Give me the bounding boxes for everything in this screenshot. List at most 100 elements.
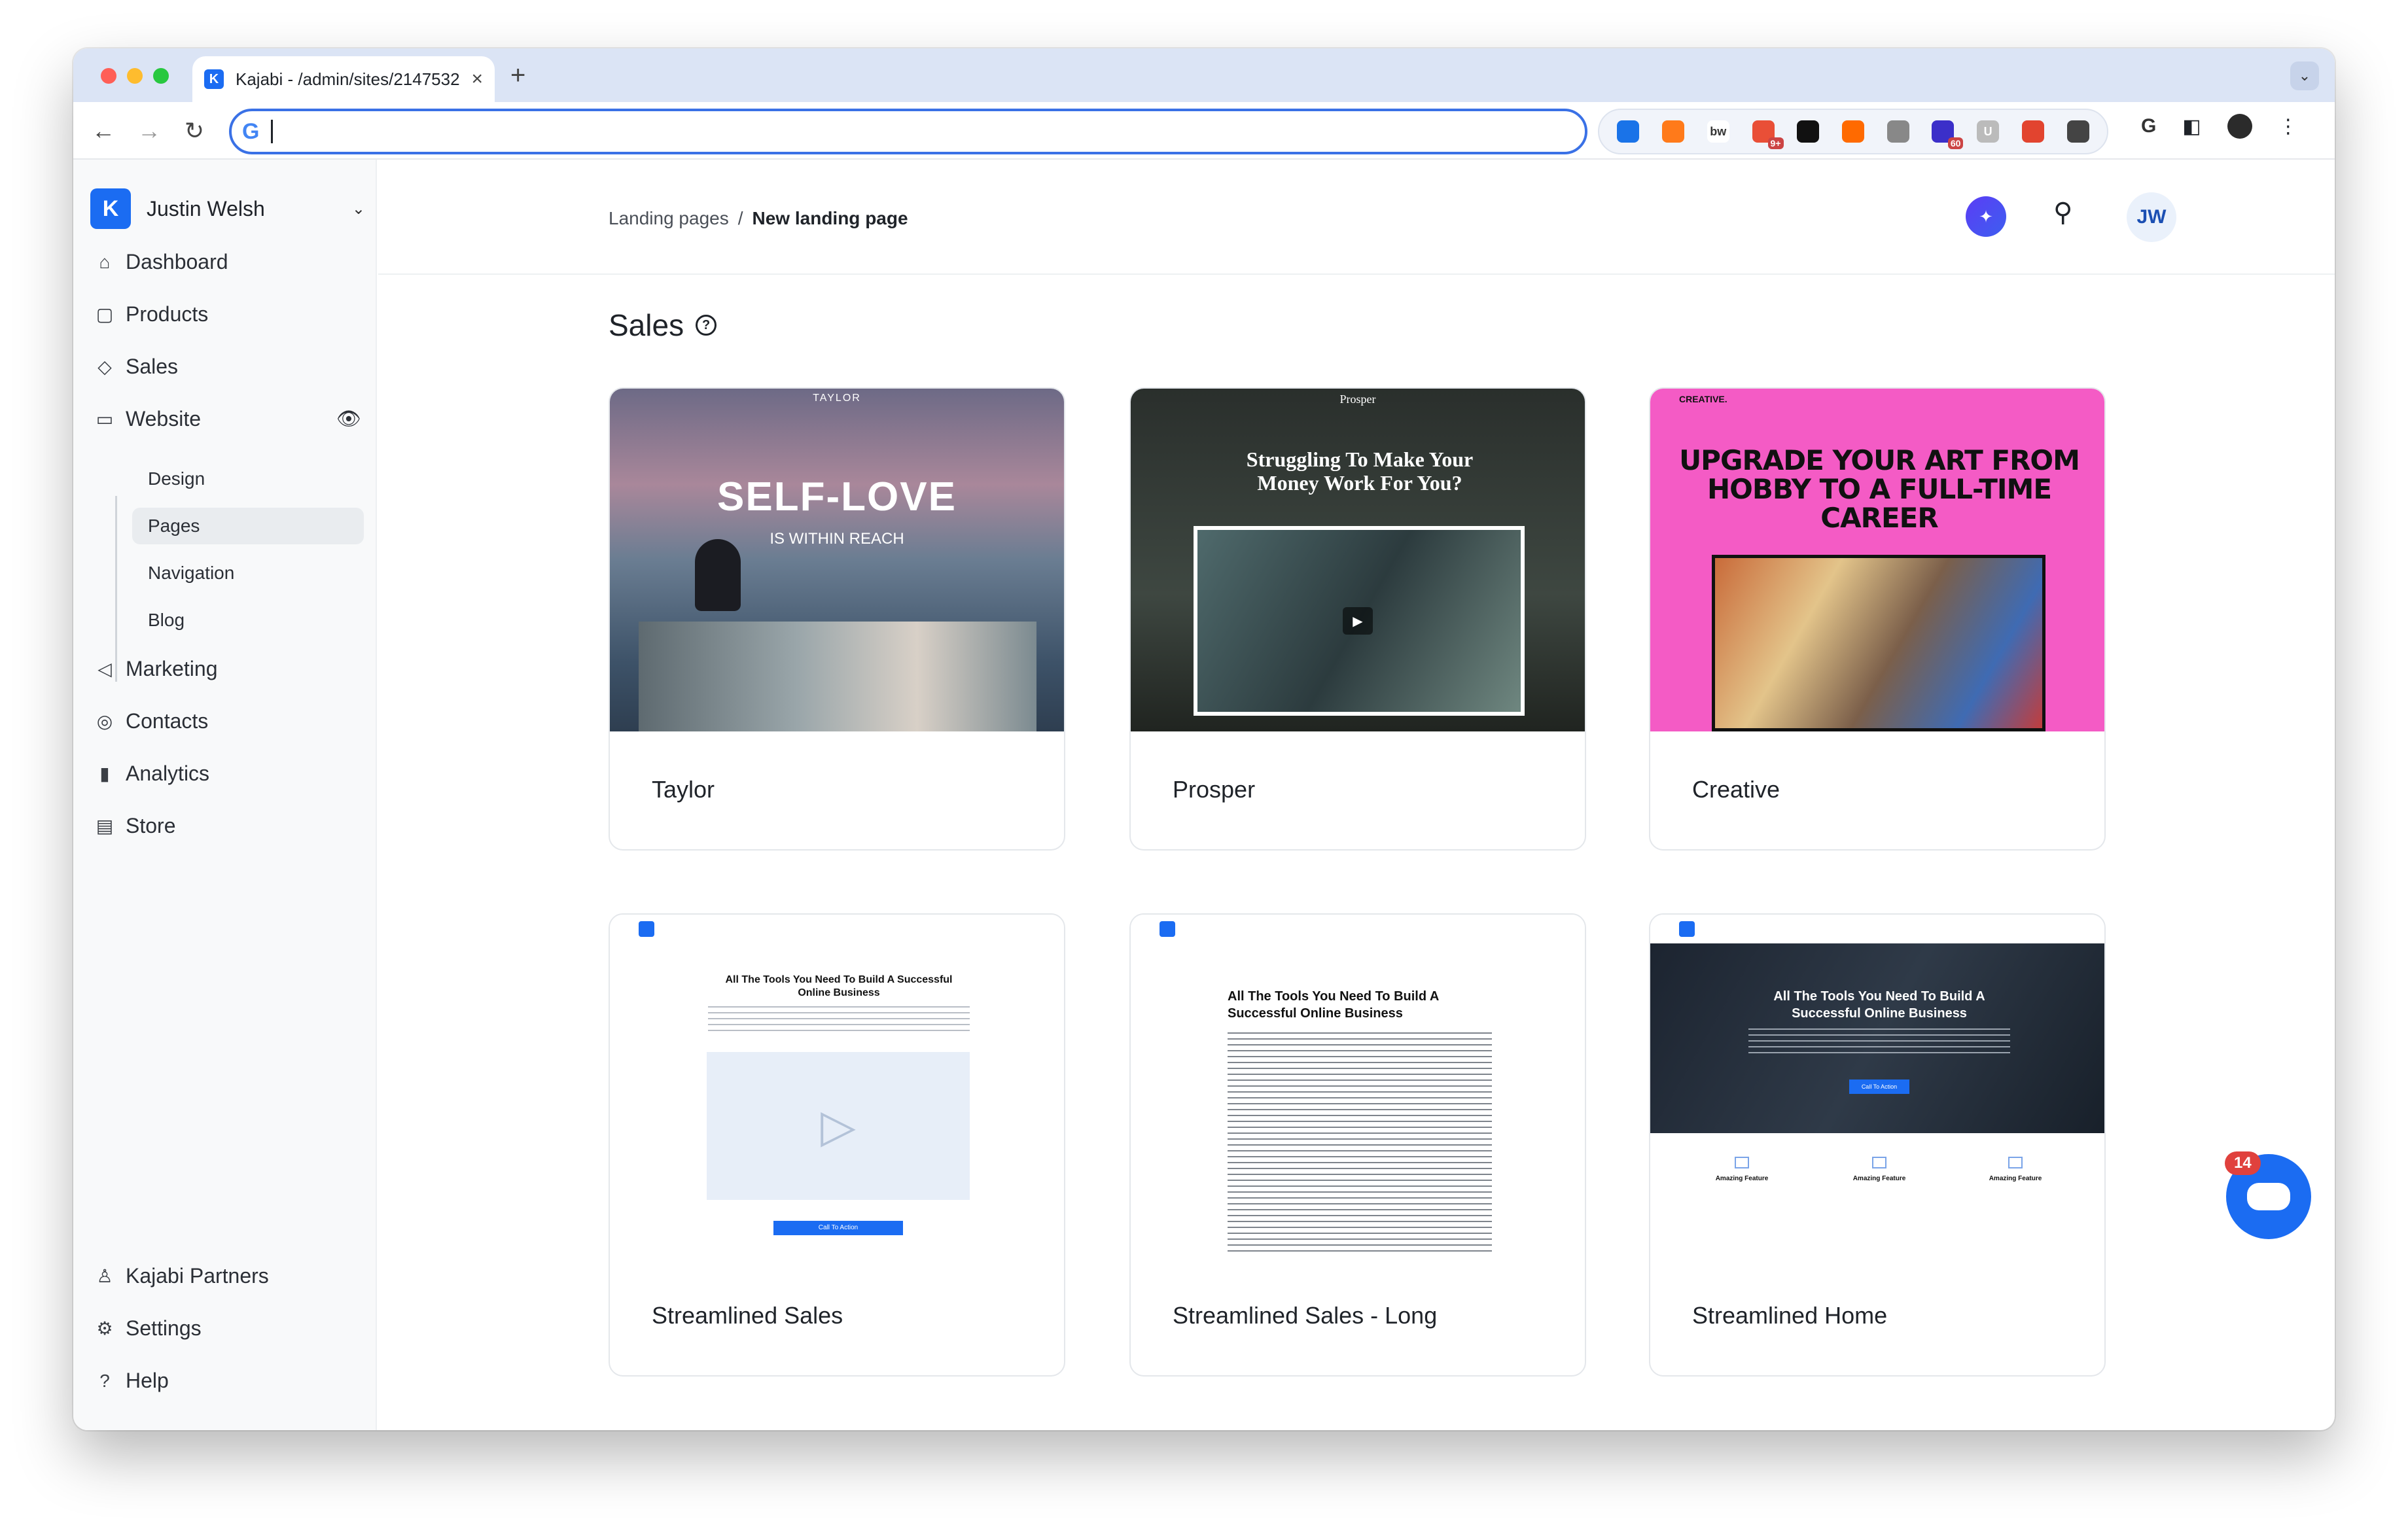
breadcrumb: Landing pages / New landing page	[609, 208, 908, 229]
thumb-title: All The Tools You Need To Build A Succes…	[1773, 989, 1985, 1021]
browser-tab[interactable]: K Kajabi - /admin/sites/2147532 ×	[192, 56, 495, 102]
tab-title: Kajabi - /admin/sites/2147532	[236, 69, 460, 89]
thumb-body-lines	[1228, 1032, 1492, 1255]
thumb-video-placeholder: ▷	[707, 1052, 970, 1200]
google-account-icon[interactable]: G	[2141, 115, 2156, 137]
chat-bubble-icon	[2247, 1183, 2290, 1210]
sidebar-subitem-design[interactable]: Design	[132, 461, 364, 497]
sidebar-item-marketing[interactable]: ◁ Marketing	[93, 657, 361, 681]
thumb-logo-icon	[1160, 921, 1175, 937]
sidebar-item-label: Marketing	[126, 657, 218, 680]
template-card-prosper[interactable]: Prosper Struggling To Make Your Money Wo…	[1129, 387, 1586, 851]
section-title: Sales	[609, 308, 684, 342]
ext-puzzle-icon[interactable]	[2066, 120, 2089, 143]
partners-icon: ♙	[96, 1266, 113, 1286]
monitor-icon: ▭	[96, 409, 114, 429]
ext-bw-icon[interactable]: bw	[1707, 120, 1729, 143]
template-card-streamlined-home[interactable]: All The Tools You Need To Build A Succes…	[1649, 913, 2106, 1377]
back-arrow-icon[interactable]: ←	[92, 115, 115, 147]
extension-badge: 60	[1947, 137, 1964, 149]
sidebar-subitem-blog[interactable]: Blog	[132, 602, 364, 639]
thumb-cta: Call To Action	[1849, 1079, 1909, 1094]
side-panel-icon[interactable]: ◧	[2182, 115, 2201, 138]
template-card-streamlined-sales[interactable]: All The Tools You Need To Build A Succes…	[609, 913, 1065, 1377]
search-icon[interactable]: ⚲	[2053, 198, 2072, 228]
store-icon: ▤	[96, 816, 114, 836]
ext-blue-circle-icon[interactable]	[1617, 120, 1640, 143]
template-card-taylor[interactable]: TAYLOR SELF-LOVE IS WITHIN REACH Taylor	[609, 387, 1065, 851]
sidebar-item-sales[interactable]: ◇ Sales	[93, 355, 361, 379]
new-tab-button[interactable]: +	[510, 59, 525, 92]
image-icon	[2008, 1157, 2023, 1168]
sidebar-item-contacts[interactable]: ◎ Contacts	[93, 709, 361, 733]
avatar[interactable]: JW	[2127, 192, 2176, 242]
template-thumbnail: CREATIVE. UPGRADE YOUR ART FROM HOBBY TO…	[1650, 389, 2104, 731]
sidebar-item-settings[interactable]: ⚙ Settings	[93, 1316, 361, 1341]
ext-cap-icon[interactable]: 60	[1932, 120, 1964, 149]
thumb-logo-icon	[639, 921, 654, 937]
close-window-button[interactable]	[101, 68, 116, 84]
more-menu-icon[interactable]: ⋮	[2278, 115, 2298, 138]
ext-gray-icon[interactable]	[1886, 120, 1909, 143]
template-thumbnail: TAYLOR SELF-LOVE IS WITHIN REACH	[610, 389, 1064, 731]
thumb-body-lines	[708, 1006, 970, 1032]
ext-colorful-icon[interactable]: 9+	[1752, 120, 1784, 149]
template-name: Prosper	[1173, 776, 1256, 803]
sidebar-item-label: Dashboard	[126, 250, 228, 273]
contact-icon: ◎	[96, 711, 113, 731]
workspace-switcher[interactable]: K Justin Welsh ⌄	[90, 188, 365, 229]
profile-avatar-icon[interactable]	[2227, 114, 2252, 139]
ai-assistant-button[interactable]: ✦	[1966, 196, 2006, 237]
window-controls	[101, 68, 169, 84]
ext-orange-icon[interactable]	[1662, 120, 1685, 143]
template-name: Creative	[1692, 776, 1780, 803]
ext-black-dot-icon[interactable]	[1797, 120, 1820, 143]
eye-icon[interactable]: 👁	[336, 408, 361, 430]
sidebar-item-label: Settings	[126, 1316, 202, 1340]
help-circle-icon[interactable]: ?	[696, 315, 717, 336]
sidebar-subitem-pages[interactable]: Pages	[132, 508, 364, 544]
sidebar-item-analytics[interactable]: ▮ Analytics	[93, 762, 361, 786]
thumb-feature-label: Amazing Feature	[1989, 1175, 2042, 1182]
sidebar-subitem-navigation[interactable]: Navigation	[132, 555, 364, 591]
address-bar[interactable]: G	[229, 109, 1587, 154]
sidebar-item-website[interactable]: ▭ Website 👁	[93, 407, 361, 431]
address-input[interactable]	[278, 121, 1585, 142]
template-card-creative[interactable]: CREATIVE. UPGRADE YOUR ART FROM HOBBY TO…	[1649, 387, 2106, 851]
ext-arc-icon[interactable]	[1841, 120, 1864, 143]
reload-icon[interactable]: ↻	[185, 115, 204, 147]
sidebar-item-label: Products	[126, 302, 209, 326]
settings-icon: ⚙	[96, 1318, 113, 1339]
page-header: Landing pages / New landing page ✦ ⚲ JW	[378, 160, 2335, 275]
thumb-feature-1: Amazing Feature	[1696, 1157, 1788, 1182]
workspace-name: Justin Welsh	[147, 196, 265, 220]
template-thumbnail: All The Tools You Need To Build A Succes…	[1131, 915, 1585, 1257]
sidebar: K Justin Welsh ⌄ ⌂ Dashboard ▢ Products ◇ S…	[73, 160, 377, 1430]
thumb-title: UPGRADE YOUR ART FROM HOBBY TO A FULL-TI…	[1679, 444, 2080, 534]
zoom-window-button[interactable]	[153, 68, 169, 84]
ext-red-stack-icon[interactable]	[2021, 120, 2044, 143]
sidebar-item-help[interactable]: ? Help	[93, 1369, 361, 1393]
image-icon	[1872, 1157, 1886, 1168]
breadcrumb-current: New landing page	[752, 208, 908, 228]
sidebar-item-dashboard[interactable]: ⌂ Dashboard	[93, 250, 361, 274]
template-name: Streamlined Sales	[652, 1302, 843, 1329]
sidebar-item-store[interactable]: ▤ Store	[93, 814, 361, 838]
sidebar-item-kajabi-partners[interactable]: ♙ Kajabi Partners	[93, 1264, 361, 1288]
forward-arrow-icon[interactable]: →	[137, 115, 161, 147]
sidebar-item-products[interactable]: ▢ Products	[93, 302, 361, 326]
thumb-feature-label: Amazing Feature	[1852, 1175, 1906, 1182]
close-tab-icon[interactable]: ×	[471, 68, 483, 90]
thumb-title: All The Tools You Need To Build A Succes…	[1228, 989, 1439, 1021]
minimize-window-button[interactable]	[127, 68, 143, 84]
sidebar-item-label: Analytics	[126, 762, 210, 785]
breadcrumb-landing-pages[interactable]: Landing pages	[609, 208, 729, 229]
browser-toolbar: ← → ↻ G bw 9+ 60 U G ◧ ⋮	[73, 102, 2335, 160]
chat-widget-button[interactable]: 14	[2225, 1151, 2311, 1239]
template-card-streamlined-sales-long[interactable]: All The Tools You Need To Build A Succes…	[1129, 913, 1586, 1377]
box-icon: ▢	[96, 304, 114, 325]
text-caret	[271, 120, 274, 143]
thumb-brand: CREATIVE.	[1679, 394, 1727, 404]
tab-search-chevron-icon[interactable]: ⌄	[2290, 61, 2319, 90]
ext-u-icon[interactable]: U	[1977, 120, 2000, 143]
